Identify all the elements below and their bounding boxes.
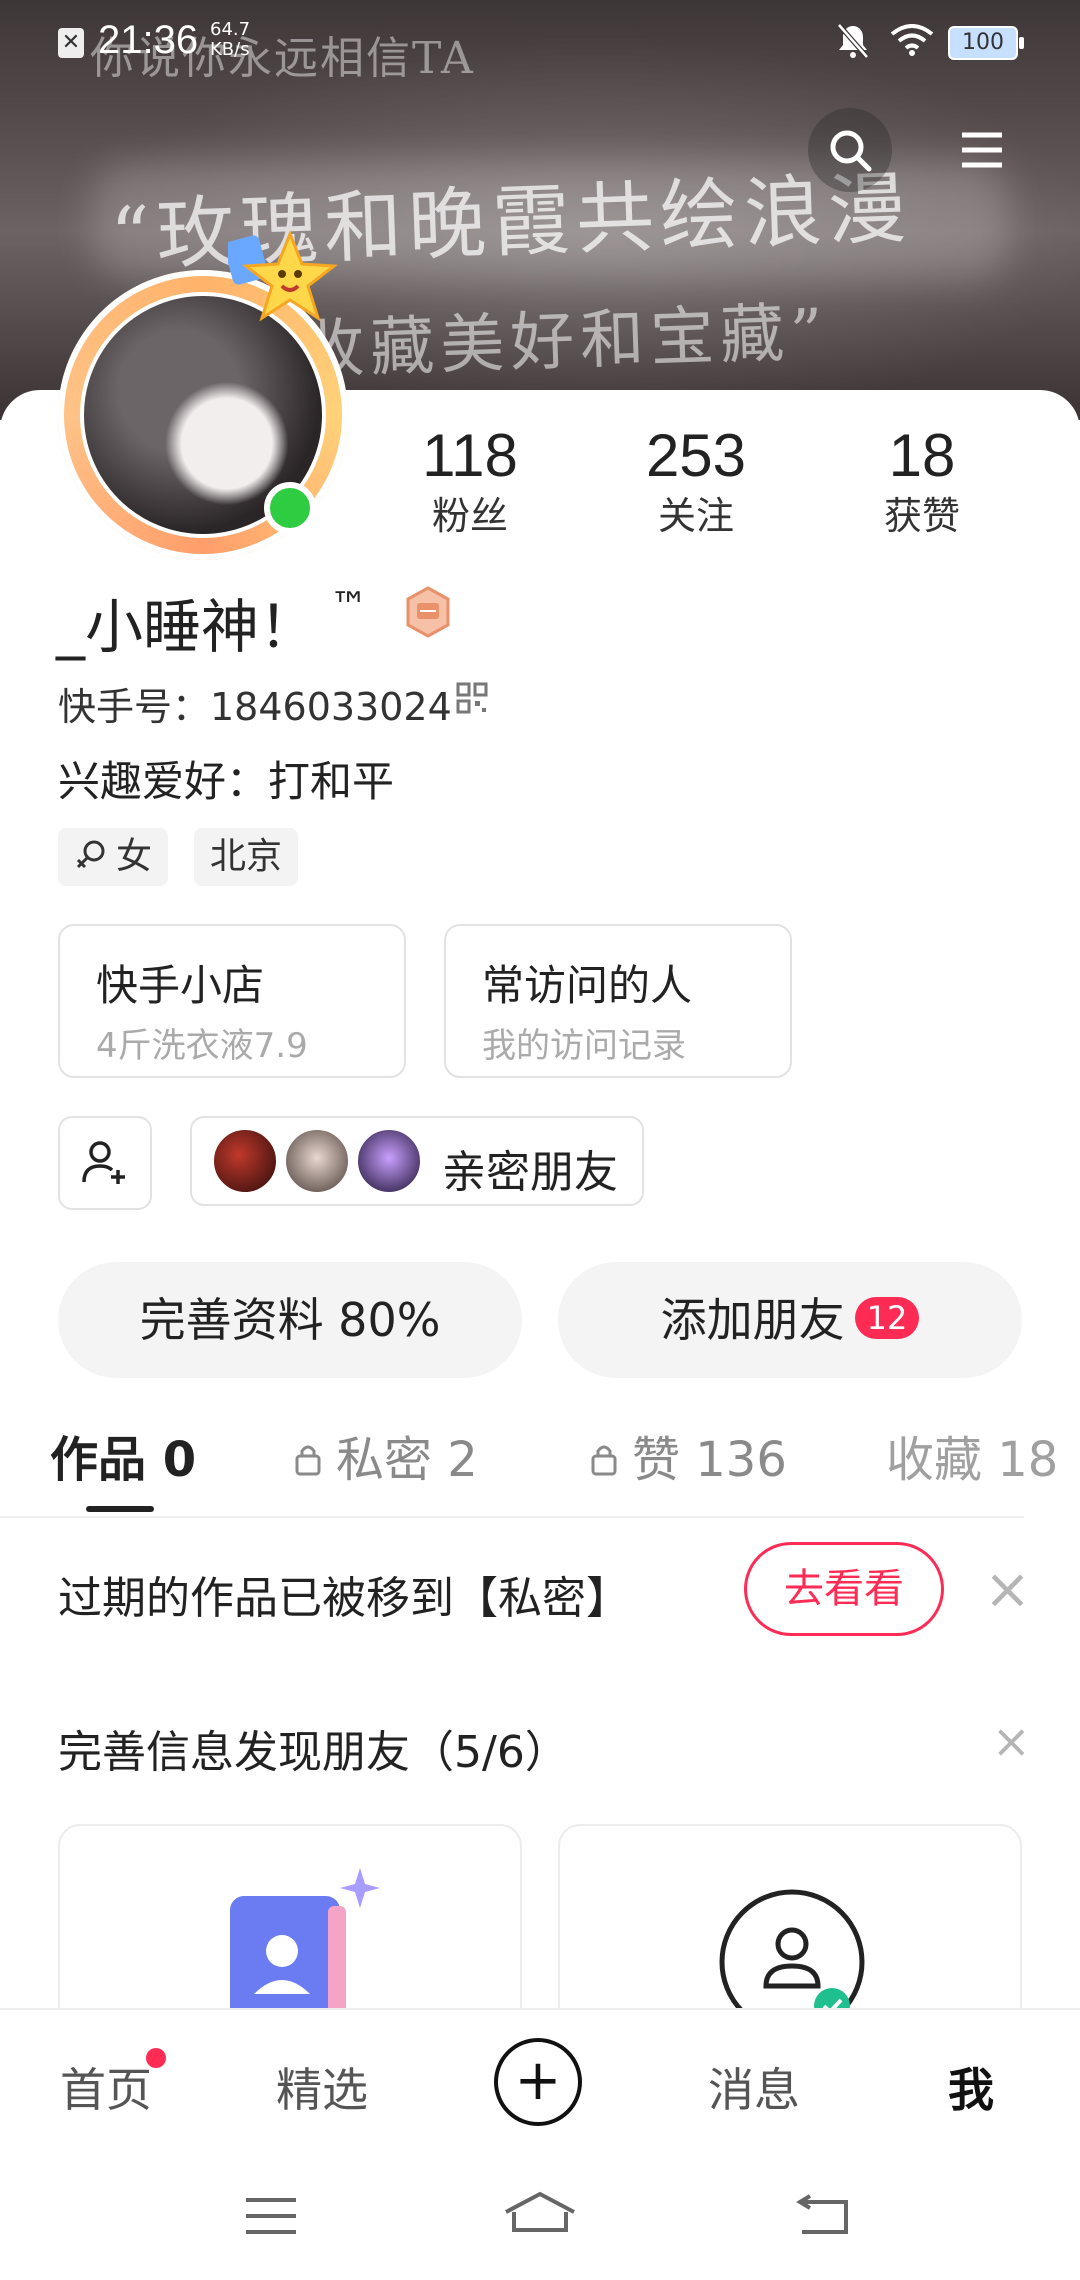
status-time: 21:36 <box>98 18 199 62</box>
add-friends-button[interactable]: 添加朋友 12 <box>558 1262 1022 1378</box>
complete-profile-button[interactable]: 完善资料 80% <box>58 1262 522 1378</box>
network-speed-value: 64.7 <box>210 19 251 40</box>
create-button[interactable]: + <box>494 2038 582 2126</box>
battery-indicator: 100 <box>948 26 1024 60</box>
tabs-divider <box>0 1516 1024 1518</box>
location-chip: 北京 <box>194 828 299 886</box>
frequent-visitors-subtitle: 我的访问记录 <box>482 1026 686 1066</box>
discover-friends-title: 完善信息发现朋友（5/6） <box>58 1727 569 1778</box>
bottom-tab-bar: 首页 精选 + 消息 我 <box>0 2008 1080 2150</box>
trademark-mark: ™ <box>330 584 368 628</box>
add-friends-count-badge: 12 <box>854 1296 920 1339</box>
hobby-text: 兴趣爱好：打和平 <box>58 757 395 806</box>
lock-icon <box>591 1445 617 1476</box>
nickname: _小睡神！ <box>56 593 318 661</box>
stat-followers[interactable]: 118 粉丝 <box>390 420 550 538</box>
frequent-visitors-title: 常访问的人 <box>482 961 693 1010</box>
network-speed-unit: KB/s <box>210 39 250 60</box>
home-gesture-icon[interactable] <box>502 2190 578 2234</box>
nav-messages[interactable]: 消息 <box>708 2054 800 2120</box>
close-friends-button[interactable]: 亲密朋友 <box>190 1116 644 1206</box>
tab-active-indicator <box>86 1506 154 1512</box>
close-friends-label: 亲密朋友 <box>442 1147 618 1198</box>
search-button[interactable] <box>808 108 892 192</box>
search-icon <box>830 130 872 172</box>
likes-label: 获赞 <box>883 494 960 538</box>
kwai-shop-title: 快手小店 <box>96 961 265 1010</box>
close-friend-avatar <box>356 1128 422 1194</box>
system-navigation-bar <box>0 2150 1080 2280</box>
close-discover-icon[interactable]: × <box>992 1718 1031 1764</box>
network-speed: 64.7 KB/s <box>210 20 250 60</box>
status-bar: ✕ 21:36 64.7 KB/s 100 <box>0 0 1080 84</box>
followers-count: 118 <box>422 422 518 489</box>
close-friend-avatar <box>284 1128 350 1194</box>
add-friend-button[interactable] <box>58 1116 152 1210</box>
close-notice-icon[interactable]: × <box>984 1562 1031 1618</box>
bell-muted-icon <box>836 22 870 69</box>
kwai-shop-card[interactable]: 快手小店 4斤洗衣液7.9 <box>58 924 406 1078</box>
menu-icon <box>962 132 1002 168</box>
wifi-icon <box>890 24 934 60</box>
qr-code-icon[interactable] <box>456 682 488 714</box>
nav-home[interactable]: 首页 <box>60 2054 152 2120</box>
nav-me[interactable]: 我 <box>948 2054 994 2120</box>
female-icon <box>76 840 105 869</box>
star-sticker-icon <box>228 230 339 322</box>
likes-count: 18 <box>888 422 956 489</box>
go-see-button[interactable]: 去看看 <box>744 1542 944 1636</box>
online-status-dot <box>264 482 316 534</box>
recent-apps-icon[interactable] <box>244 2194 298 2238</box>
notification-close-icon: ✕ <box>58 28 84 58</box>
stat-likes[interactable]: 18 获赞 <box>842 420 1002 538</box>
tab-favorites[interactable]: 收藏 18 <box>886 1420 1056 1490</box>
add-user-icon <box>82 1141 125 1184</box>
home-notification-dot <box>146 2048 166 2068</box>
following-count: 253 <box>645 422 747 489</box>
tab-likes[interactable]: 赞 136 <box>590 1420 787 1490</box>
frequent-visitors-card[interactable]: 常访问的人 我的访问记录 <box>444 924 792 1078</box>
lock-icon <box>295 1445 321 1476</box>
tab-private-label: 私密 2 <box>336 1432 478 1488</box>
stat-following[interactable]: 253 关注 <box>616 420 776 538</box>
back-icon[interactable] <box>796 2192 850 2236</box>
following-label: 关注 <box>657 494 734 538</box>
gender-label: 女 <box>116 836 153 877</box>
add-friends-label: 添加朋友 <box>660 1293 845 1347</box>
tab-works[interactable]: 作品 0 <box>50 1420 196 1490</box>
avatar[interactable] <box>58 230 348 560</box>
nav-featured[interactable]: 精选 <box>276 2054 368 2120</box>
expired-works-notice: 过期的作品已被移到【私密】 <box>58 1573 630 1624</box>
close-friend-avatar <box>212 1128 278 1194</box>
gender-chip: 女 <box>58 828 169 886</box>
banner-text-line3: 收藏美好和宝藏” <box>299 295 831 389</box>
kwai-shop-subtitle: 4斤洗衣液7.9 <box>96 1026 308 1066</box>
tab-private[interactable]: 私密 2 <box>294 1420 478 1490</box>
menu-button[interactable] <box>940 108 1024 192</box>
tab-likes-label: 赞 136 <box>632 1432 787 1488</box>
kwai-id: 快手号：1846033024 <box>58 685 452 729</box>
contacts-book-icon <box>230 1868 380 2026</box>
followers-label: 粉丝 <box>431 494 508 538</box>
medal-badge-icon[interactable] <box>404 586 452 638</box>
